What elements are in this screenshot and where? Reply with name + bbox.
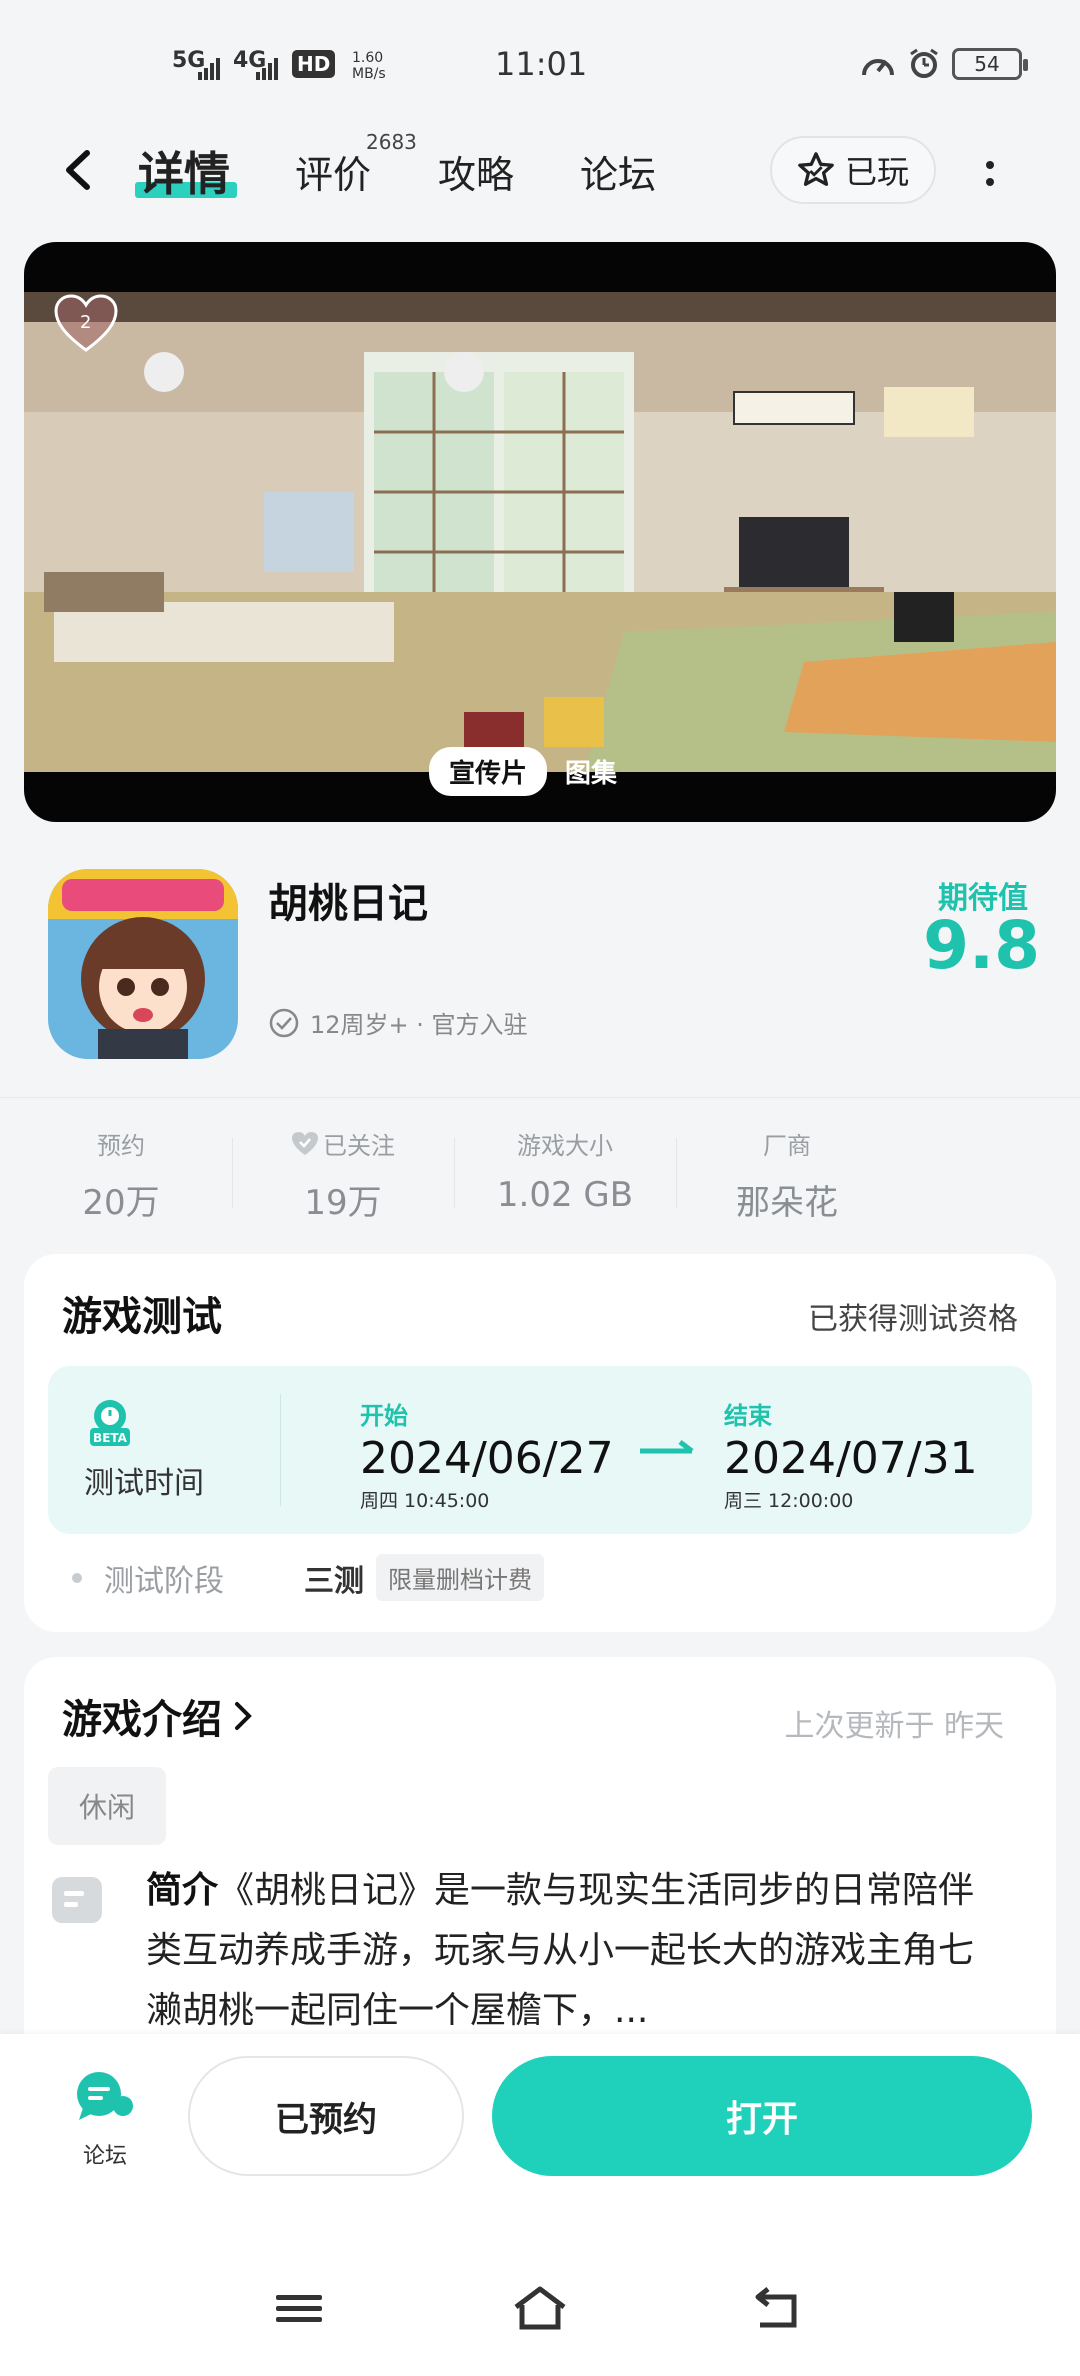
- network-speed: 1.60 MB/s: [352, 50, 386, 82]
- test-start-date: 2024/06/27: [360, 1433, 614, 1484]
- tab-reviews[interactable]: 评价: [295, 144, 371, 199]
- media-tab-gallery[interactable]: 图集: [565, 753, 617, 790]
- genre-tag[interactable]: 休闲: [48, 1767, 166, 1845]
- intro-title: 游戏介绍: [62, 1697, 222, 1743]
- stat-value: 那朵花: [736, 1183, 838, 1223]
- stat-label: 厂商: [763, 1132, 811, 1160]
- stat-value: 19万: [304, 1183, 382, 1223]
- test-stage-row: 测试阶段 三测 限量删档计费: [72, 1554, 544, 1601]
- intro-title-link[interactable]: 游戏介绍: [62, 1687, 254, 1745]
- more-options-icon[interactable]: [975, 148, 1005, 198]
- stat-label: 游戏大小: [517, 1132, 613, 1160]
- chevron-right-icon: [235, 1702, 252, 1730]
- game-scene-image: [24, 292, 1056, 772]
- test-qualification-status: 已获得测试资格: [808, 1302, 1018, 1337]
- game-title: 胡桃日记: [268, 881, 428, 927]
- verified-check-icon: [269, 1008, 299, 1037]
- chat-bubble-icon: [77, 2072, 133, 2120]
- game-meta: 12周岁+ · 官方入驻: [268, 1005, 528, 1040]
- tab-guides[interactable]: 攻略: [438, 144, 514, 199]
- back-icon[interactable]: [55, 145, 105, 195]
- media-tab-trailer[interactable]: 宣传片: [429, 747, 548, 796]
- media-tabs: 宣传片 图集: [429, 747, 617, 796]
- forum-label: 论坛: [82, 2144, 127, 2169]
- test-stage-label: 测试阶段: [104, 1563, 224, 1599]
- arrow-right-icon: [640, 1440, 694, 1454]
- stat-reservations: 预约 20万: [10, 1098, 232, 1227]
- back-nav-icon[interactable]: [750, 2283, 810, 2333]
- test-start-label: 开始: [360, 1402, 408, 1430]
- intro-description[interactable]: 简介《胡桃日记》是一款与现实生活同步的日常陪伴类互动养成手游，玩家与从小一起长大…: [146, 1861, 1006, 2041]
- heart-check-icon: [292, 1131, 318, 1155]
- intro-label: 简介: [146, 1870, 219, 1911]
- alarm-icon: [910, 48, 938, 78]
- bullet-dot: [72, 1572, 82, 1583]
- stat-value: 20万: [82, 1183, 160, 1223]
- stat-value: 1.02 GB: [496, 1175, 634, 1215]
- reviews-count-badge: 2683: [366, 130, 417, 154]
- game-test-card: 游戏测试 已获得测试资格 BETA 测试时间 开始 2024/06/27 周四 …: [24, 1254, 1056, 1632]
- test-time-box: BETA 测试时间 开始 2024/06/27 周四 10:45:00 结束 2…: [48, 1366, 1032, 1534]
- test-start-time: 周四 10:45:00: [360, 1490, 490, 1512]
- hero-media[interactable]: 2 宣传片 图集: [24, 242, 1056, 822]
- stat-label: 预约: [97, 1132, 145, 1160]
- tab-details[interactable]: 详情: [138, 138, 230, 204]
- beta-alarm-icon: BETA: [90, 1400, 130, 1446]
- system-navigation-bar: [0, 2219, 1080, 2376]
- tab-forum[interactable]: 论坛: [580, 144, 656, 199]
- speedometer-icon: [862, 59, 894, 76]
- home-icon[interactable]: [510, 2283, 570, 2333]
- status-bar: 5G 4G HD 1.60 MB/s 11:01 54: [0, 0, 1080, 130]
- star-badge-icon: [798, 152, 834, 186]
- stat-game-size: 游戏大小 1.02 GB: [454, 1098, 676, 1227]
- expectation-score: 9.8: [923, 907, 1040, 984]
- divider: [280, 1394, 281, 1506]
- bottom-action-bar: 论坛 已预约 打开: [0, 2034, 1080, 2219]
- stat-followers[interactable]: 已关注 19万: [232, 1098, 454, 1227]
- test-end-time: 周三 12:00:00: [724, 1490, 854, 1512]
- like-count: 2: [80, 312, 92, 333]
- signal-bars-icon: [256, 58, 278, 80]
- open-game-button[interactable]: 打开: [492, 2056, 1032, 2176]
- reserved-button[interactable]: 已预约: [188, 2056, 464, 2176]
- svg-text:BETA: BETA: [93, 1431, 128, 1445]
- test-end-label: 结束: [724, 1402, 772, 1430]
- age-rating-text: 12周岁+ · 官方入驻: [310, 1011, 528, 1039]
- test-end: 结束 2024/07/31 周三 12:00:00: [724, 1396, 978, 1513]
- game-header: 胡桃日记 12周岁+ · 官方入驻 期待值 9.8: [0, 845, 1080, 1095]
- description-icon: [52, 1877, 102, 1923]
- clock: 11:01: [495, 45, 588, 83]
- game-app-icon: [48, 869, 238, 1059]
- stats-row: 预约 20万 已关注 19万 游戏大小 1.02 GB 厂商 那朵花: [0, 1097, 1080, 1227]
- stat-developer[interactable]: 厂商 那朵花: [676, 1098, 898, 1227]
- menu-icon[interactable]: [270, 2283, 330, 2333]
- stat-label: 已关注: [323, 1132, 395, 1160]
- played-label: 已玩: [844, 153, 909, 191]
- signal-bars-icon: [198, 58, 220, 80]
- test-start: 开始 2024/06/27 周四 10:45:00: [360, 1396, 614, 1513]
- test-end-date: 2024/07/31: [724, 1433, 978, 1484]
- forum-button[interactable]: 论坛: [70, 2070, 140, 2170]
- played-button[interactable]: 已玩: [770, 136, 936, 204]
- test-stage-tag: 限量删档计费: [376, 1554, 544, 1601]
- battery-indicator: 54: [952, 48, 1028, 80]
- hd-indicator: HD: [292, 50, 336, 78]
- last-updated: 上次更新于 昨天: [784, 1709, 1004, 1744]
- intro-body: 《胡桃日记》是一款与现实生活同步的日常陪伴类互动养成手游，玩家与从小一起长大的游…: [146, 1870, 975, 2031]
- test-time-label: 测试时间: [84, 1466, 204, 1501]
- test-stage-value: 三测: [304, 1563, 364, 1599]
- top-nav: 详情 评价 2683 攻略 论坛 已玩: [0, 120, 1080, 220]
- test-card-title: 游戏测试: [62, 1294, 222, 1340]
